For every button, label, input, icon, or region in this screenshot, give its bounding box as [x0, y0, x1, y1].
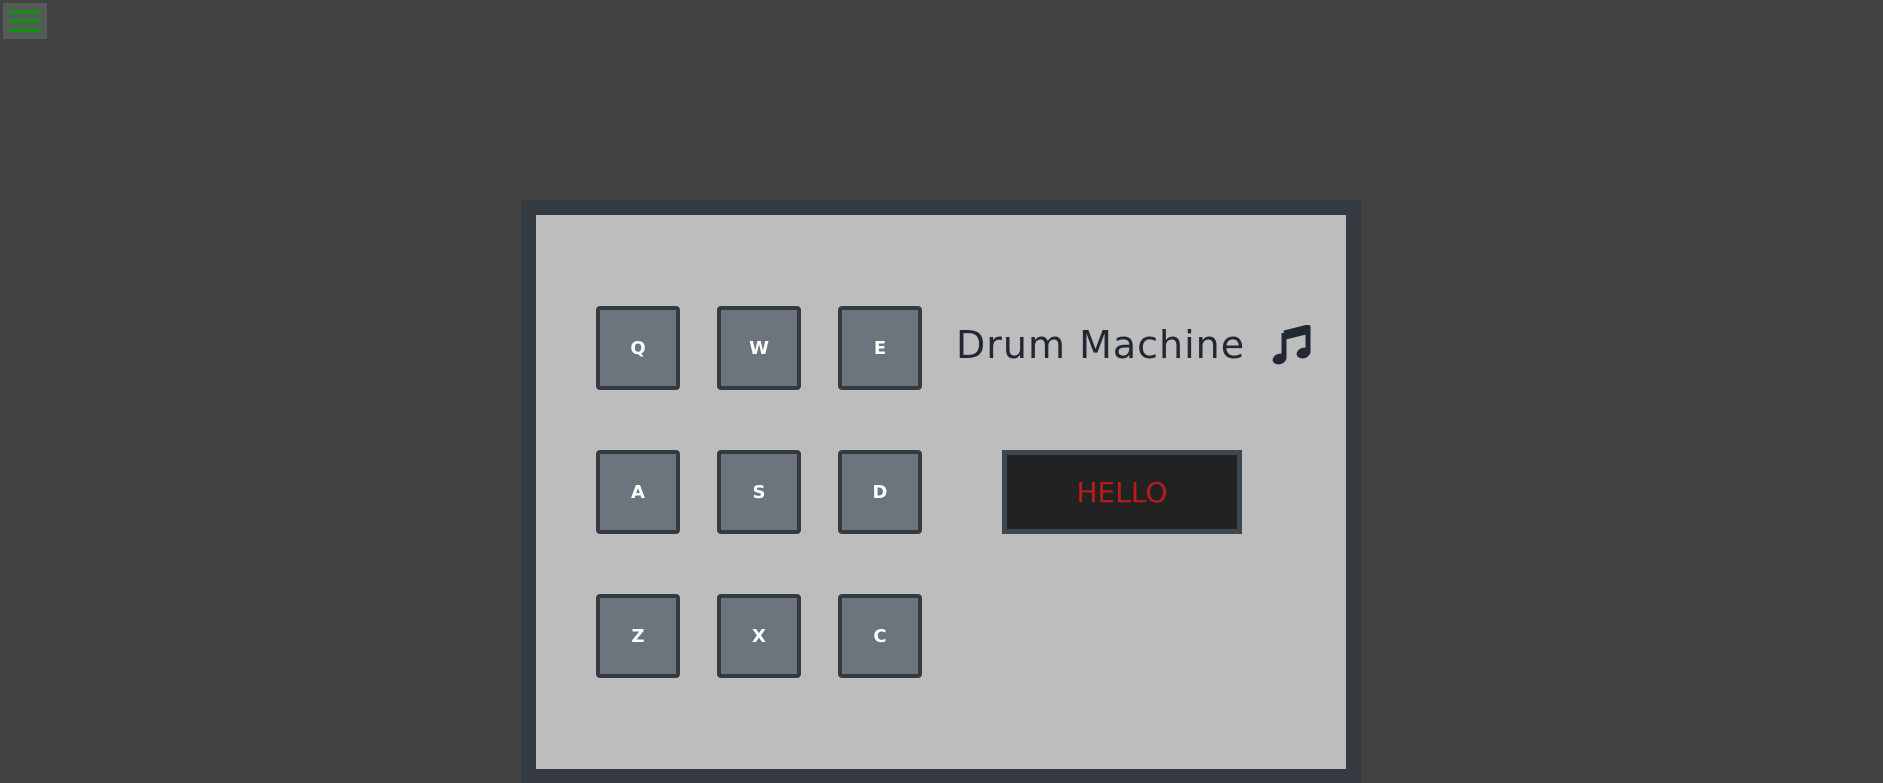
drum-pad-w[interactable]: W	[717, 306, 801, 390]
title-area: Drum Machine	[956, 323, 1311, 367]
drum-pad-e[interactable]: E	[838, 306, 922, 390]
drum-pad-a[interactable]: A	[596, 450, 680, 534]
drum-pad-c[interactable]: C	[838, 594, 922, 678]
drum-pad-x[interactable]: X	[717, 594, 801, 678]
drum-pad-q[interactable]: Q	[596, 306, 680, 390]
drum-pad-d[interactable]: D	[838, 450, 922, 534]
menu-bar	[9, 19, 41, 23]
app-title: Drum Machine	[956, 323, 1246, 367]
sound-display: HELLO	[1002, 450, 1242, 534]
menu-bar	[9, 10, 41, 14]
drum-machine-panel: Q W E A S D Z X C Drum Machine HELLO	[536, 215, 1346, 769]
drum-pad-s[interactable]: S	[717, 450, 801, 534]
hamburger-menu-icon[interactable]	[3, 3, 47, 39]
drum-pad-z[interactable]: Z	[596, 594, 680, 678]
drum-machine: Q W E A S D Z X C Drum Machine HELLO	[521, 200, 1361, 783]
music-note-icon	[1271, 325, 1311, 365]
menu-bar	[9, 28, 41, 32]
